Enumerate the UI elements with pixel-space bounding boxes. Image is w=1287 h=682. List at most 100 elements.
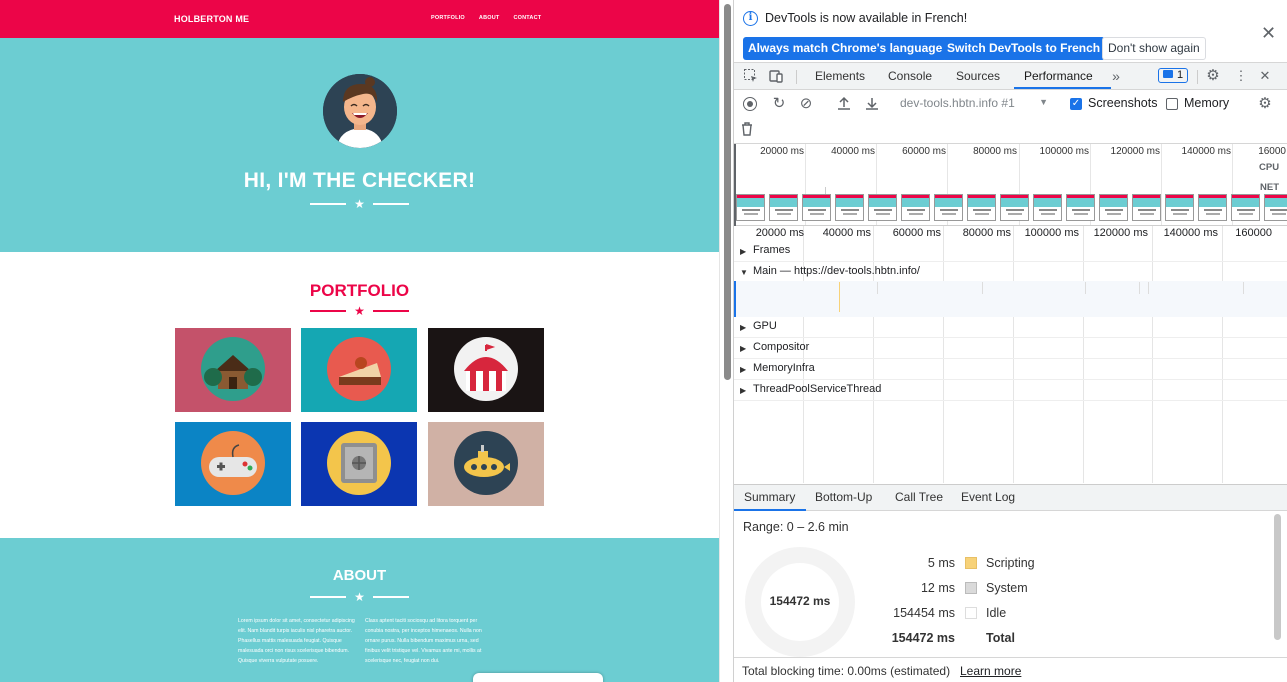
chevron-down-icon: ▼	[1039, 97, 1048, 107]
net-label: NET	[1260, 182, 1279, 193]
track-main[interactable]: ▼ Main — https://dev-tools.hbtn.info/	[734, 262, 1287, 283]
portfolio-title: PORTFOLIO	[309, 281, 410, 300]
tab-sources[interactable]: Sources	[956, 69, 1000, 83]
target-select[interactable]: dev-tools.hbtn.info #1 ▼	[900, 96, 1052, 113]
scripting-swatch	[965, 557, 977, 569]
screenshot-thumbnail[interactable]	[1198, 194, 1227, 221]
expand-triangle-icon[interactable]: ▶	[740, 247, 746, 256]
portfolio-tile-gamepad[interactable]	[175, 422, 291, 506]
track-label: ThreadPoolServiceThread	[753, 383, 882, 395]
page-scrollbar[interactable]	[719, 0, 734, 682]
screenshot-thumbnail[interactable]	[1132, 194, 1161, 221]
tab-bottom-up[interactable]: Bottom-Up	[815, 490, 872, 504]
nav-link-portfolio[interactable]: PORTFOLIO	[431, 15, 465, 21]
screenshots-label: Screenshots	[1088, 96, 1158, 110]
track-compositor[interactable]: ▶ Compositor	[734, 338, 1287, 359]
track-threadpool[interactable]: ▶ ThreadPoolServiceThread	[734, 380, 1287, 401]
tab-console[interactable]: Console	[888, 69, 932, 83]
record-icon[interactable]	[743, 97, 757, 111]
switch-french-button[interactable]: Switch DevTools to French	[942, 37, 1106, 60]
track-gpu[interactable]: ▶ GPU	[734, 317, 1287, 338]
issues-count: 1	[1177, 69, 1184, 81]
about-divider: ★	[0, 591, 719, 603]
floating-popup[interactable]	[473, 673, 603, 682]
portfolio-tile-cabin[interactable]	[175, 328, 291, 412]
device-toolbar-icon[interactable]	[768, 68, 784, 84]
summary-row-system: 12 ms System	[884, 581, 1184, 599]
timeline-tick-label: 80000 ms	[962, 227, 1011, 239]
screenshot-thumbnail[interactable]	[835, 194, 864, 221]
screenshot-thumbnail[interactable]	[1099, 194, 1128, 221]
match-language-button[interactable]: Always match Chrome's language	[743, 37, 948, 60]
site-brand[interactable]: HOLBERTON ME	[174, 14, 249, 24]
overview-tick-label: 80000 ms	[973, 146, 1017, 157]
expand-triangle-icon[interactable]: ▶	[740, 365, 746, 374]
tab-performance[interactable]: Performance	[1024, 69, 1093, 83]
tab-call-tree[interactable]: Call Tree	[895, 490, 943, 504]
track-memoryinfra[interactable]: ▶ MemoryInfra	[734, 359, 1287, 380]
screenshots-checkbox[interactable]: ✓	[1070, 98, 1082, 110]
settings-gear-icon[interactable]: ⚙	[1205, 68, 1221, 84]
expand-triangle-icon[interactable]: ▶	[740, 344, 746, 353]
portfolio-tile-cake[interactable]	[301, 328, 417, 412]
screenshot-thumbnail[interactable]	[1165, 194, 1194, 221]
download-profile-icon[interactable]	[864, 96, 880, 112]
issues-badge[interactable]: 1	[1158, 68, 1189, 83]
screenshot-thumbnail[interactable]	[769, 194, 798, 221]
expand-triangle-icon[interactable]: ▶	[740, 323, 746, 332]
dont-show-again-button[interactable]: Don't show again	[1102, 37, 1206, 60]
screenshot-thumbnail[interactable]	[802, 194, 831, 221]
row-name: Idle	[986, 606, 1007, 620]
portfolio-tile-safe[interactable]	[301, 422, 417, 506]
overview-tick-label: 20000 ms	[760, 146, 804, 157]
screenshot-thumbnail[interactable]	[1066, 194, 1095, 221]
nav-link-about[interactable]: ABOUT	[479, 15, 500, 21]
portfolio-tile-submarine[interactable]	[428, 422, 544, 506]
screenshot-thumbnail[interactable]	[1033, 194, 1062, 221]
inspect-element-icon[interactable]	[743, 68, 759, 84]
star-icon: ★	[354, 197, 365, 211]
main-thread-area[interactable]	[734, 281, 1287, 317]
page-scrollbar-thumb[interactable]	[724, 4, 731, 380]
close-icon[interactable]: ✕	[1261, 23, 1276, 44]
more-tabs-icon[interactable]: »	[1108, 68, 1124, 84]
screenshot-thumbnail[interactable]	[736, 194, 765, 221]
memory-checkbox[interactable]	[1166, 98, 1178, 110]
screenshot-thumbnail[interactable]	[967, 194, 996, 221]
clear-icon[interactable]: ⊘	[798, 96, 814, 112]
more-options-icon[interactable]: ⋮	[1233, 68, 1249, 84]
screenshot-thumbnail[interactable]	[901, 194, 930, 221]
expand-triangle-icon[interactable]: ▶	[740, 386, 746, 395]
track-frames[interactable]: ▶ Frames	[734, 241, 1287, 262]
summary-scrollbar[interactable]	[1274, 514, 1281, 640]
safe-icon	[327, 431, 391, 495]
row-value: 154454 ms	[893, 606, 955, 620]
screenshot-thumbnail[interactable]	[868, 194, 897, 221]
reload-record-icon[interactable]: ↻	[771, 96, 787, 112]
capture-settings-icon[interactable]: ⚙	[1257, 96, 1273, 112]
screenshot-thumbnail[interactable]	[1264, 194, 1287, 221]
nav-link-contact[interactable]: CONTACT	[513, 15, 541, 21]
screenshot-thumbnail[interactable]	[1000, 194, 1029, 221]
row-name: System	[986, 581, 1028, 595]
flame-chart[interactable]: 20000 ms 40000 ms 60000 ms 80000 ms 1000…	[734, 226, 1287, 483]
tab-summary[interactable]: Summary	[744, 490, 795, 504]
overview-tick-label: 100000 ms	[1039, 146, 1089, 157]
tab-event-log[interactable]: Event Log	[961, 490, 1015, 504]
gamepad-icon	[201, 431, 265, 495]
trash-icon[interactable]	[739, 121, 755, 137]
screenshot-thumbnail[interactable]	[934, 194, 963, 221]
submarine-icon	[454, 431, 518, 495]
upload-profile-icon[interactable]	[836, 96, 852, 112]
overview-selection-handle[interactable]	[734, 144, 736, 226]
row-value: 154472 ms	[891, 631, 955, 645]
close-devtools-icon[interactable]: ✕	[1257, 68, 1273, 84]
screenshot-filmstrip[interactable]	[736, 194, 1287, 221]
learn-more-link[interactable]: Learn more	[960, 664, 1021, 678]
track-label: Frames	[753, 244, 791, 256]
collapse-triangle-icon[interactable]: ▼	[740, 268, 748, 277]
screenshot-thumbnail[interactable]	[1231, 194, 1260, 221]
timeline-overview[interactable]: 20000 ms 40000 ms 60000 ms 80000 ms 1000…	[734, 144, 1287, 226]
tab-elements[interactable]: Elements	[815, 69, 865, 83]
portfolio-tile-tent[interactable]	[428, 328, 544, 412]
